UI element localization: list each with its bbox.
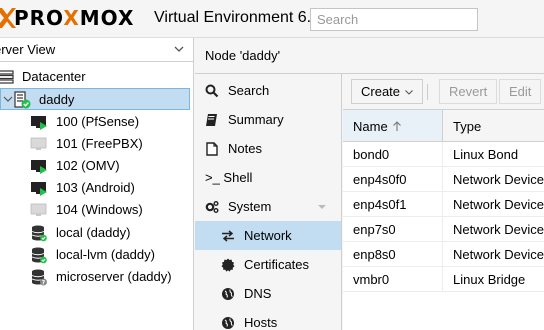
nav-item-shell[interactable]: >_ Shell	[195, 163, 341, 192]
vm-stopped-icon	[30, 137, 47, 150]
page-title: Node 'daddy'	[205, 48, 281, 63]
network-grid-header: Name Type	[343, 110, 544, 142]
nav-item-search[interactable]: Search	[195, 76, 341, 105]
node-icon	[14, 91, 31, 109]
column-header-type[interactable]: Type	[443, 110, 544, 141]
table-row[interactable]: bond0 Linux Bond	[343, 142, 544, 167]
server-view-label: erver View	[0, 42, 56, 57]
nav-item-label: >_ Shell	[205, 170, 253, 185]
nav-item-label: Summary	[228, 112, 284, 127]
cell-type: Network Device	[453, 222, 544, 237]
tree-item-vm-102[interactable]: 102 (OMV)	[0, 155, 193, 177]
cell-type: Linux Bond	[453, 147, 519, 162]
vm-stopped-icon	[30, 203, 47, 216]
nav-item-label: Search	[228, 83, 270, 98]
cell-type: Network Device	[453, 197, 544, 212]
tree-item-vm-104[interactable]: 104 (Windows)	[0, 199, 193, 221]
book-icon	[206, 114, 217, 126]
cell-type: Network Device	[453, 172, 544, 187]
version-label: Virtual Environment 6.4-6	[154, 9, 335, 26]
cell-type: Linux Bridge	[453, 272, 526, 287]
table-row[interactable]: vmbr0 Linux Bridge	[343, 267, 544, 292]
tree-item-datacenter[interactable]: Datacenter	[0, 66, 193, 88]
table-row[interactable]: enp7s0 Network Device	[343, 217, 544, 242]
nav-item-label: Certificates	[244, 257, 310, 272]
node-nav-menu: Search Summary Notes >_ Shell System Net…	[195, 74, 342, 330]
vm-running-icon	[31, 182, 47, 196]
table-row[interactable]: enp4s0f1 Network Device	[343, 192, 544, 217]
nav-item-summary[interactable]: Summary	[195, 105, 341, 134]
network-toolbar: Create Revert Edit	[343, 74, 544, 110]
cell-name: vmbr0	[343, 267, 443, 291]
revert-button[interactable]: Revert	[439, 79, 498, 104]
tree-item-label: microserver (daddy)	[56, 269, 172, 284]
tree-item-label: daddy	[39, 92, 75, 107]
nav-item-label: System	[228, 199, 272, 214]
storage-icon	[31, 225, 47, 242]
create-button[interactable]: Create	[351, 79, 424, 104]
nav-item-label: Hosts	[244, 315, 278, 330]
cell-name: enp4s0f1	[343, 192, 443, 216]
table-row[interactable]: enp8s0 Network Device	[343, 242, 544, 267]
tree-item-storage-local[interactable]: local (daddy)	[0, 222, 193, 244]
sort-ascending-icon	[392, 121, 401, 131]
network-panel: Create Revert Edit Name Type bond0 Linux…	[343, 74, 544, 330]
resource-tree-panel: erver View Datacenter daddy 100 (PfSense…	[0, 38, 194, 330]
cell-name: enp7s0	[343, 217, 443, 241]
tree-item-label: 100 (PfSense)	[56, 114, 140, 129]
nav-item-network[interactable]: Network	[195, 221, 341, 250]
tree-item-storage-local-lvm[interactable]: local-lvm (daddy)	[0, 244, 193, 266]
cogs-icon	[205, 201, 219, 213]
nav-item-hosts[interactable]: Hosts	[195, 308, 341, 330]
tree-item-vm-101[interactable]: 101 (FreePBX)	[0, 133, 193, 155]
chevron-up-icon	[318, 205, 326, 209]
global-search-input[interactable]	[310, 8, 478, 31]
tree-item-node-daddy[interactable]: daddy	[0, 88, 190, 110]
toolbar-divider	[427, 84, 428, 100]
vm-running-icon	[31, 160, 47, 174]
notes-icon	[206, 142, 218, 156]
top-header: PROXMOX Virtual Environment 6.4-6	[0, 0, 544, 38]
exchange-icon	[222, 230, 234, 242]
tree-item-label: 104 (Windows)	[56, 202, 143, 217]
svg-text:?: ?	[42, 279, 46, 286]
server-view-select[interactable]: erver View	[0, 38, 193, 62]
node-title-bar: Node 'daddy'	[195, 38, 544, 74]
tree-expand-icon	[3, 96, 13, 102]
tree-item-label: local (daddy)	[56, 225, 131, 240]
datacenter-icon	[0, 70, 14, 84]
storage-unknown-icon: ?	[31, 269, 47, 286]
chevron-down-icon	[174, 46, 184, 52]
tree-item-label: local-lvm (daddy)	[56, 247, 155, 262]
proxmox-logo-text: PROXMOX	[14, 6, 135, 30]
nav-item-system[interactable]: System	[195, 192, 341, 221]
search-icon	[205, 84, 219, 98]
tree-item-label: 101 (FreePBX)	[56, 136, 143, 151]
vm-running-icon	[31, 116, 47, 130]
cell-name: enp8s0	[343, 242, 443, 266]
table-row[interactable]: enp4s0f0 Network Device	[343, 167, 544, 192]
tree-item-label: 103 (Android)	[56, 180, 135, 195]
edit-button[interactable]: Edit	[499, 79, 542, 104]
nav-item-certificates[interactable]: Certificates	[195, 250, 341, 279]
cell-type: Network Device	[453, 247, 544, 262]
cell-name: enp4s0f0	[343, 167, 443, 191]
tree-item-label: 102 (OMV)	[56, 158, 120, 173]
cell-name: bond0	[343, 142, 443, 166]
storage-icon	[31, 247, 47, 264]
nav-item-dns[interactable]: DNS	[195, 279, 341, 308]
globe-icon	[222, 317, 234, 329]
column-header-name[interactable]: Name	[343, 110, 443, 141]
nav-item-label: Network	[244, 228, 292, 243]
globe-icon	[222, 288, 234, 300]
tree-item-vm-100[interactable]: 100 (PfSense)	[0, 111, 193, 133]
nav-item-notes[interactable]: Notes	[195, 134, 341, 163]
nav-item-label: DNS	[244, 286, 272, 301]
tree-item-vm-103[interactable]: 103 (Android)	[0, 177, 193, 199]
certificate-icon	[221, 258, 235, 272]
nav-item-label: Notes	[228, 141, 262, 156]
chevron-down-icon	[405, 90, 413, 95]
tree-item-label: Datacenter	[22, 69, 86, 84]
tree-item-storage-microserver[interactable]: ? microserver (daddy)	[0, 266, 193, 288]
